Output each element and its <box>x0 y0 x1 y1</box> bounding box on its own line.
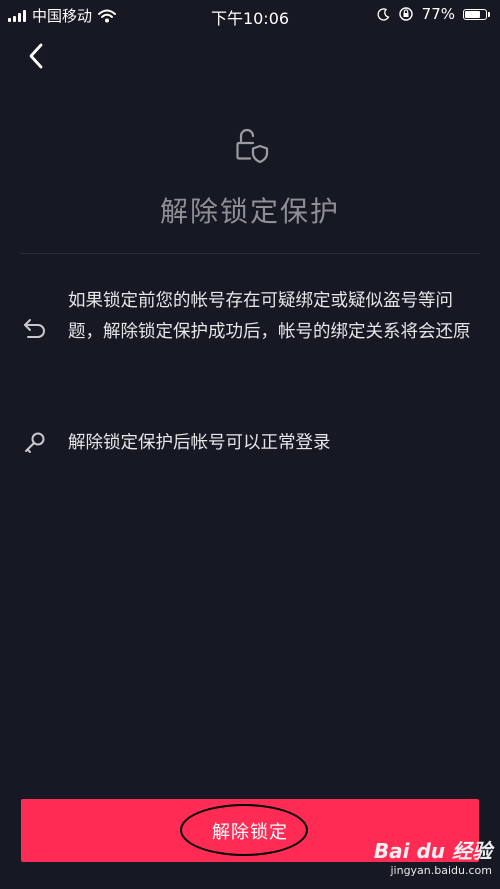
watermark-brand: Bai du 经验 <box>362 835 492 864</box>
chevron-left-icon <box>29 43 43 69</box>
watermark-brand-text: Bai du 经验 <box>373 839 492 863</box>
info-text-normal-login: 解除锁定保护后帐号可以正常登录 <box>68 433 331 453</box>
battery-icon <box>463 8 490 20</box>
info-text-restore-binding: 如果锁定前您的帐号存在可疑绑定或疑似盗号等问题，解除锁定保护成功后，帐号的绑定关… <box>68 291 471 342</box>
undo-arrow-icon <box>24 319 45 338</box>
back-button[interactable] <box>22 40 50 72</box>
info-item-restore-binding: 如果锁定前您的帐号存在可疑绑定或疑似盗号等问题，解除锁定保护成功后，帐号的绑定关… <box>20 286 480 381</box>
lock-shield-icon <box>236 128 269 164</box>
baidu-jingyan-watermark: Bai du 经验 jingyan.baidu.com <box>362 835 492 885</box>
info-item-normal-login: 解除锁定保护后帐号可以正常登录 <box>20 428 480 462</box>
moon-icon <box>377 7 390 21</box>
status-right: 77% <box>377 5 490 23</box>
divider <box>20 253 480 254</box>
rotation-lock-icon <box>398 7 413 21</box>
key-icon <box>25 432 45 453</box>
page-title: 解除锁定保护 <box>159 195 340 228</box>
watermark-url: jingyan.baidu.com <box>390 864 492 877</box>
status-bar: 中国移动 下午10:06 77% <box>0 0 500 28</box>
battery-percent: 77% <box>421 5 455 23</box>
